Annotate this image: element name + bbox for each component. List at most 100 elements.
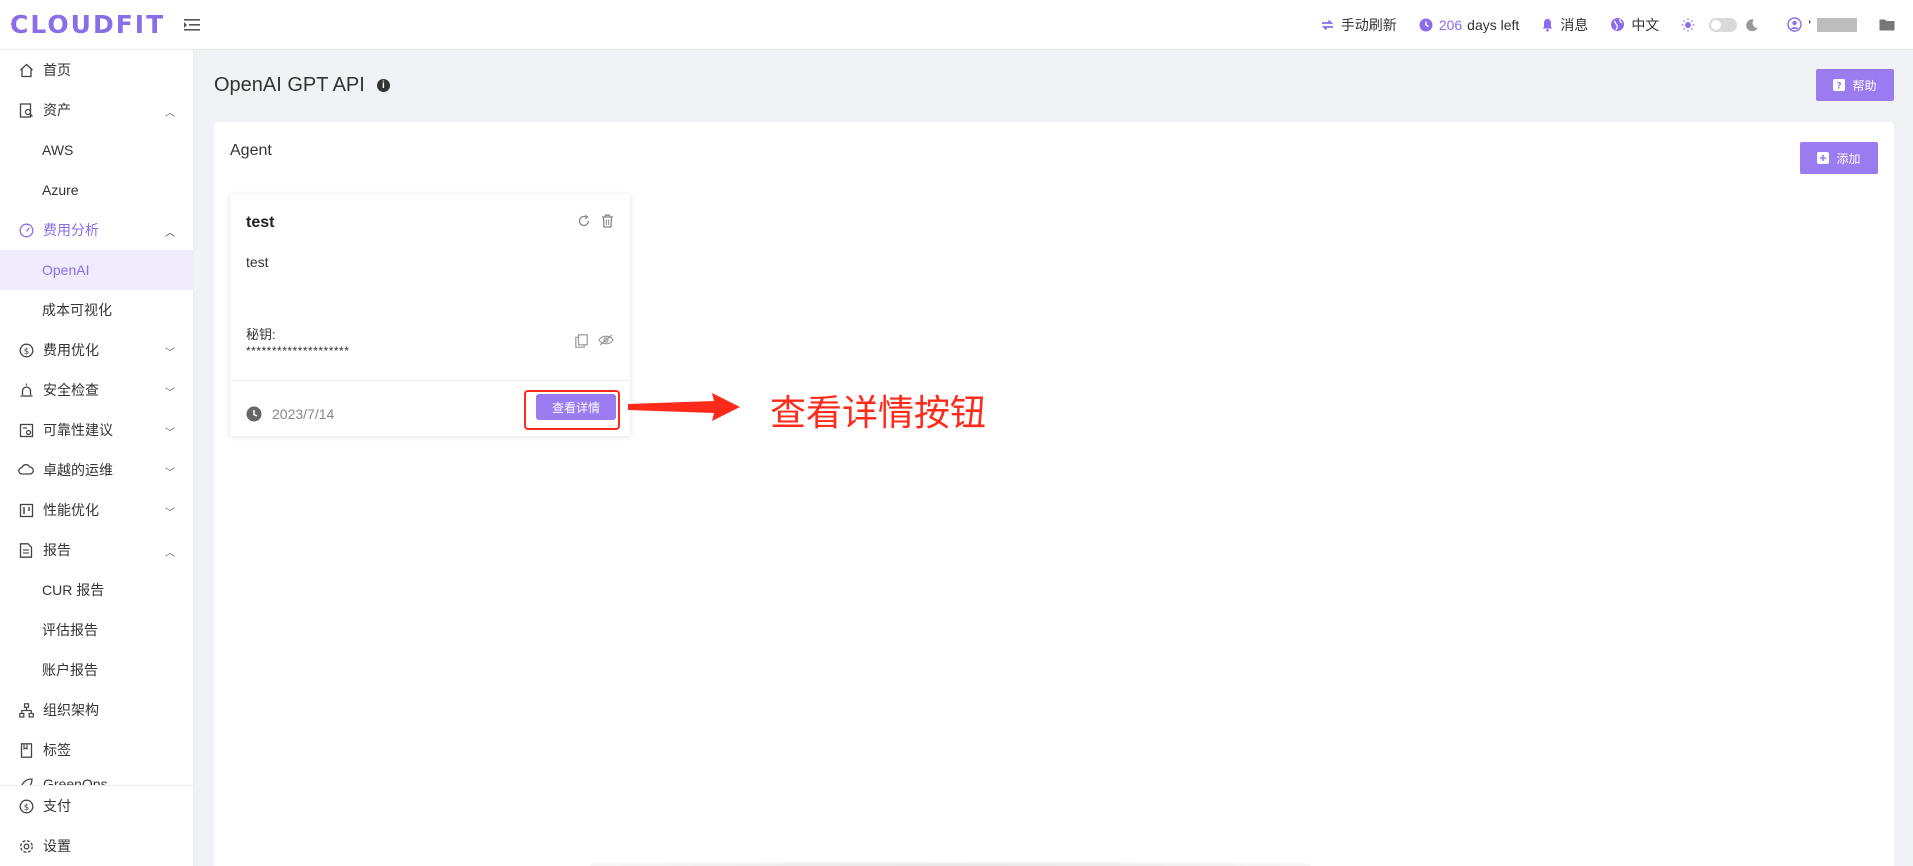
dollar-icon: $ (18, 798, 34, 814)
days-left-count: 206 (1438, 16, 1463, 33)
section-title: Agent (230, 142, 272, 159)
top-header: CLOUDFIT 手动刷新 206 days left 消息 中文 ' (0, 0, 1913, 50)
days-left-label: days left (1467, 16, 1520, 33)
add-label: 添加 (1836, 151, 1861, 166)
sidebar-item-label: AWS (42, 142, 74, 158)
report-icon (18, 542, 34, 558)
header-tools: 手动刷新 206 days left 消息 中文 ' (1298, 0, 1913, 50)
sidebar-item-assessment-report[interactable]: 评估报告 (0, 610, 193, 650)
sidebar-item-cost-optimization[interactable]: $ 费用优化 ﹀ (0, 330, 193, 370)
sidebar-item-performance[interactable]: 性能优化 ﹀ (0, 490, 193, 530)
license-days-indicator[interactable]: 206 days left (1419, 16, 1520, 33)
view-details-button[interactable]: 查看详情 (536, 394, 616, 420)
sidebar-item-label: 安全检查 (43, 382, 99, 398)
add-icon (1817, 152, 1830, 164)
sidebar-item-cost-analysis[interactable]: 费用分析 ︿ (0, 210, 193, 250)
sidebar-item-tags[interactable]: 标签 (0, 730, 193, 770)
svg-text:?: ? (1837, 82, 1842, 92)
sidebar-item-label: OpenAI (42, 262, 90, 278)
sidebar-item-aws[interactable]: AWS (0, 130, 193, 170)
key-actions (565, 334, 614, 348)
chevron-up-icon: ︿ (165, 228, 175, 239)
moon-icon (1746, 18, 1758, 31)
brand-logo[interactable]: CLOUDFIT (10, 10, 165, 39)
created-date: 2023/7/14 (246, 406, 334, 422)
clock-icon (246, 406, 262, 422)
svg-text:$: $ (23, 803, 29, 813)
sidebar-item-payment[interactable]: $ 支付 (0, 786, 193, 826)
sidebar-item-label: CUR 报告 (42, 582, 105, 598)
globe-icon (1611, 18, 1625, 31)
clock-icon (1419, 18, 1433, 31)
sidebar-item-reports[interactable]: 报告 ︿ (0, 530, 193, 570)
user-avatar-icon (1787, 17, 1803, 32)
sidebar-item-label: 费用分析 (43, 222, 99, 238)
language-label: 中文 (1631, 16, 1660, 33)
agent-name: test (246, 214, 275, 231)
folder-icon (1879, 19, 1895, 31)
help-label: 帮助 (1852, 78, 1877, 93)
language-switch[interactable]: 中文 (1610, 15, 1659, 35)
performance-icon (18, 502, 34, 518)
org-icon (18, 702, 34, 718)
sidebar-item-home[interactable]: 首页 (0, 50, 193, 90)
copy-icon[interactable] (575, 334, 588, 348)
sidebar-item-label: 支付 (43, 798, 71, 814)
sidebar-item-label: Azure (42, 182, 79, 198)
user-menu[interactable]: ' (1787, 17, 1857, 33)
sidebar-item-label: 标签 (43, 742, 71, 758)
theme-toggle[interactable] (1709, 17, 1738, 32)
sidebar-item-openai[interactable]: OpenAI (0, 250, 193, 290)
sidebar: 首页 资产 ︿ AWS Azure 费用分析 ︿ OpenAI 成本可视化 $ … (0, 50, 194, 866)
page-title: OpenAI GPT API i (214, 74, 390, 97)
tag-icon (18, 742, 34, 758)
help-button[interactable]: ? 帮助 (1816, 69, 1894, 101)
chevron-down-icon: ﹀ (165, 388, 175, 399)
secret-key-value: ******************** (246, 344, 350, 358)
menu-collapse-icon[interactable] (183, 17, 201, 33)
manual-refresh-button[interactable]: 手动刷新 (1320, 15, 1397, 35)
sidebar-item-operations[interactable]: 卓越的运维 ﹀ (0, 450, 193, 490)
info-icon[interactable]: i (376, 79, 390, 92)
chevron-down-icon: ﹀ (165, 468, 175, 479)
messages-label: 消息 (1560, 16, 1589, 33)
sidebar-item-label: 成本可视化 (42, 302, 112, 318)
refresh-icon (1321, 19, 1333, 30)
reload-icon[interactable] (577, 214, 591, 228)
user-initial: ' (1808, 16, 1811, 33)
agent-panel: Agent 添加 test test 秘钥: *****************… (214, 122, 1894, 866)
messages-button[interactable]: 消息 (1541, 15, 1588, 35)
sidebar-item-cur-report[interactable]: CUR 报告 (0, 570, 193, 610)
svg-text:$: $ (23, 347, 29, 357)
delete-icon[interactable] (601, 214, 614, 228)
sidebar-item-cost-visualization[interactable]: 成本可视化 (0, 290, 193, 330)
sidebar-item-settings[interactable]: 设置 (0, 826, 193, 866)
page-title-text: OpenAI GPT API (214, 74, 365, 96)
add-button[interactable]: 添加 (1800, 142, 1878, 174)
sidebar-item-assets[interactable]: 资产 ︿ (0, 90, 193, 130)
folder-button[interactable] (1879, 18, 1901, 31)
refresh-label: 手动刷新 (1340, 16, 1397, 33)
card-divider (230, 380, 630, 381)
theme-switch[interactable] (1681, 17, 1765, 32)
chevron-up-icon: ︿ (165, 108, 175, 119)
home-icon (18, 62, 34, 78)
sidebar-item-organization[interactable]: 组织架构 (0, 690, 193, 730)
bottom-shadow (590, 862, 1310, 866)
cloud-icon (18, 462, 34, 478)
agent-card: test test 秘钥: ******************** 2023/… (230, 194, 630, 436)
annotation-label: 查看详情按钮 (770, 393, 987, 434)
gear-icon (18, 838, 34, 854)
agent-description: test (246, 254, 269, 270)
card-actions (567, 214, 614, 228)
dollar-icon: $ (18, 342, 34, 358)
sidebar-item-security-check[interactable]: 安全检查 ﹀ (0, 370, 193, 410)
sidebar-item-label: 账户报告 (42, 662, 98, 678)
sidebar-item-reliability[interactable]: 可靠性建议 ﹀ (0, 410, 193, 450)
sidebar-item-label: 性能优化 (43, 502, 99, 518)
eye-hidden-icon[interactable] (598, 334, 614, 348)
bell-icon (1542, 18, 1553, 32)
sidebar-item-azure[interactable]: Azure (0, 170, 193, 210)
alarm-icon (18, 382, 34, 398)
sidebar-item-account-report[interactable]: 账户报告 (0, 650, 193, 690)
